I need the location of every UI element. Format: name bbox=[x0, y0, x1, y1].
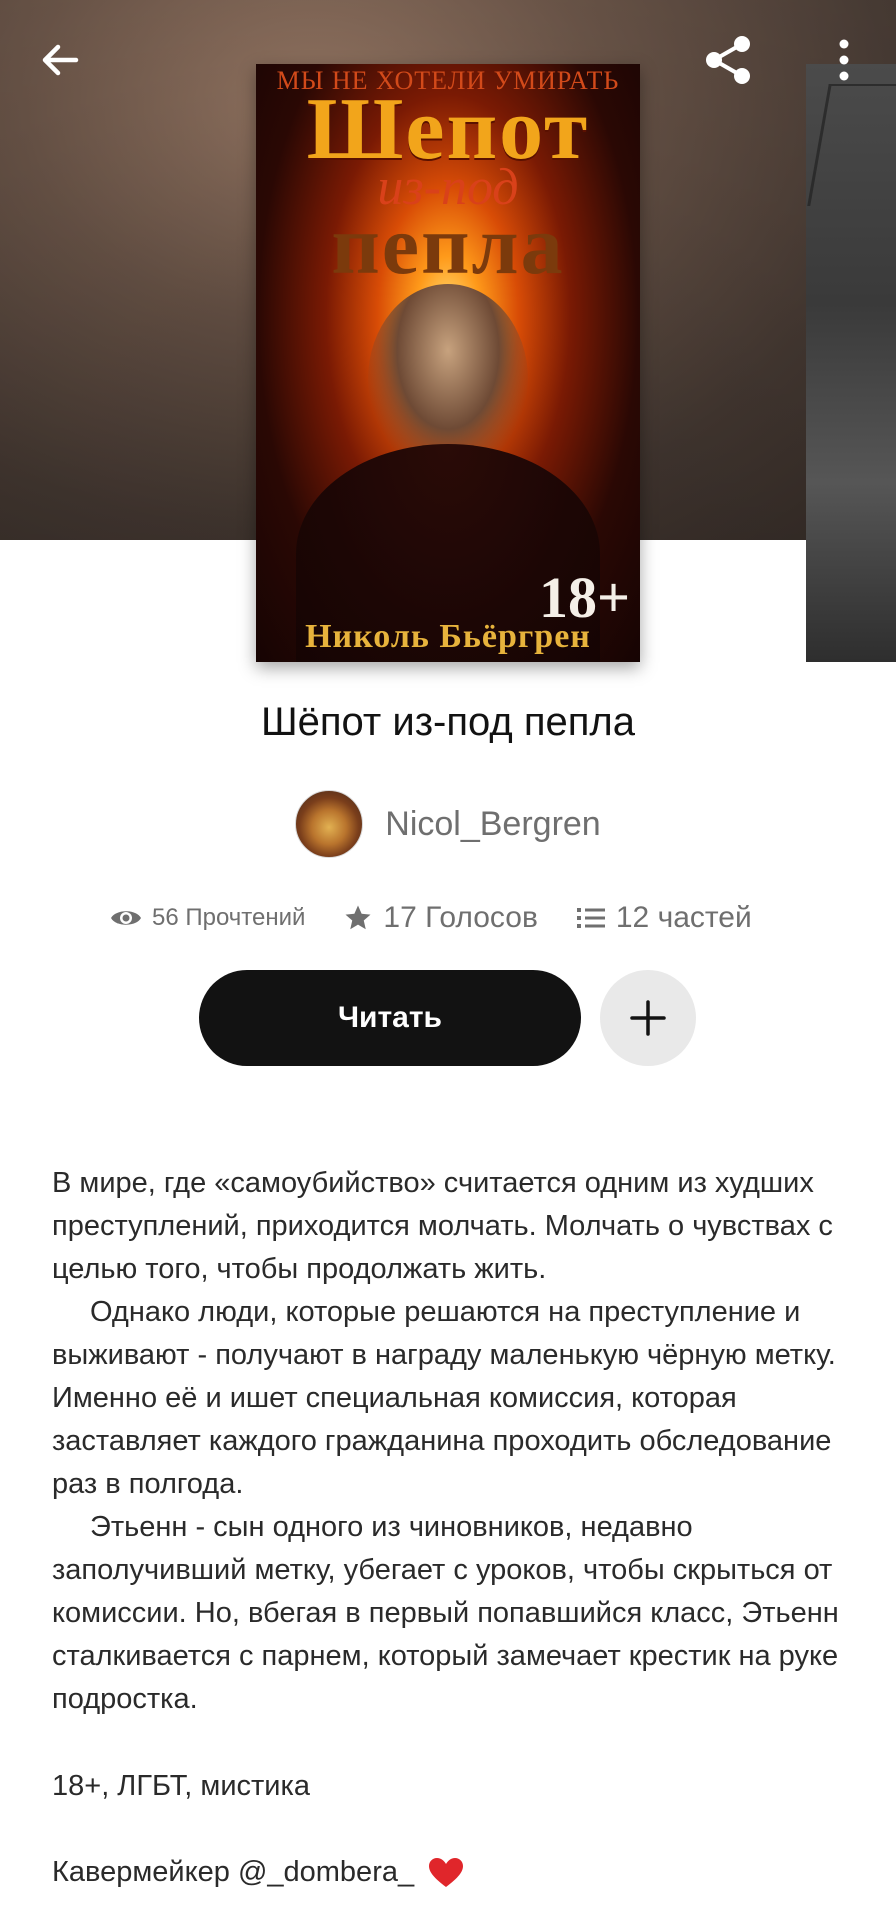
star-icon bbox=[345, 905, 371, 930]
reads-stat: 56 Прочтений bbox=[110, 904, 305, 932]
arrow-left-icon bbox=[42, 44, 79, 76]
share-button[interactable] bbox=[696, 28, 760, 92]
votes-count: 17 Голосов bbox=[383, 901, 538, 934]
reads-count: 56 Прочтений bbox=[152, 904, 306, 931]
author-row[interactable]: Nicol_Bergren bbox=[0, 790, 896, 858]
next-book-cover[interactable] bbox=[806, 64, 896, 662]
book-title: Шёпот из-под пепла bbox=[260, 700, 635, 744]
book-cover[interactable]: Мы не хотели умирать Шепот из-под пепла … bbox=[256, 64, 640, 662]
description-paragraph-2: Однако люди, которые решаются на преступ… bbox=[52, 1296, 836, 1500]
eye-icon bbox=[111, 911, 141, 925]
cover-credit-text: Кавермейкер @_dombera_ bbox=[52, 1856, 415, 1888]
parts-stat: 12 частей bbox=[576, 901, 752, 935]
book-tags: 18+, ЛГБТ, мистика bbox=[52, 1770, 310, 1802]
votes-stat: 17 Голосов bbox=[343, 901, 538, 935]
plus-icon bbox=[630, 1000, 666, 1036]
more-vertical-icon bbox=[839, 39, 849, 81]
list-icon bbox=[576, 908, 605, 928]
cover-author: Николь Бьёргрен bbox=[305, 618, 591, 655]
cover-credit: Кавермейкер @_dombera_ bbox=[52, 1856, 464, 1889]
author-name[interactable]: Nicol_Bergren bbox=[385, 805, 600, 844]
avatar[interactable] bbox=[295, 790, 364, 858]
description-paragraph-3: Этьенн - сын одного из чиновников, недав… bbox=[52, 1511, 839, 1715]
book-description: В мире, где «самоубийство» считается одн… bbox=[52, 1162, 852, 1721]
more-options-button[interactable] bbox=[812, 28, 876, 92]
stats-row: 56 Прочтений 17 Голосов 12 частей bbox=[110, 896, 800, 940]
description-paragraph-1: В мире, где «самоубийство» считается одн… bbox=[52, 1167, 833, 1285]
back-button[interactable] bbox=[28, 28, 92, 92]
heart-icon bbox=[429, 1857, 464, 1887]
cover-title-line2: пепла bbox=[331, 199, 565, 292]
read-button[interactable]: Читать bbox=[199, 970, 581, 1066]
add-to-library-button[interactable] bbox=[600, 970, 696, 1066]
parts-count: 12 частей bbox=[615, 901, 752, 934]
share-icon bbox=[706, 36, 750, 84]
